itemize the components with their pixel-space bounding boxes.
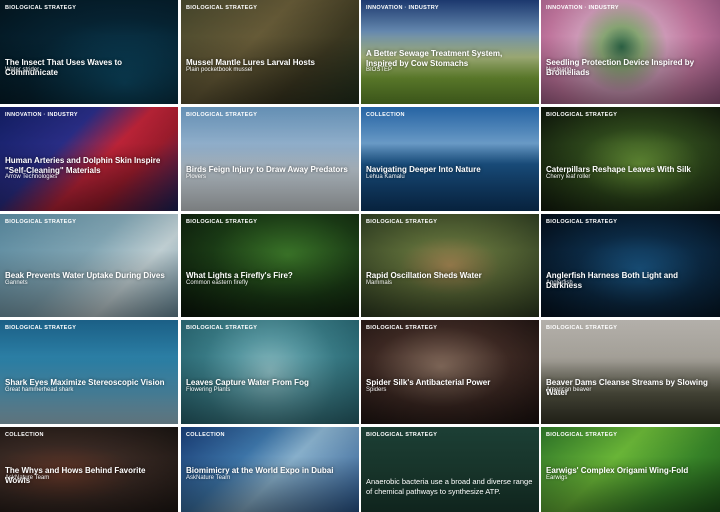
card-overlay: [361, 427, 539, 512]
card-category: Biological Strategy: [186, 5, 258, 11]
card-overlay: [541, 320, 720, 424]
card-subtitle: Water strider: [5, 67, 40, 73]
article-card[interactable]: Biological Strategy Caterpillars Reshape …: [541, 107, 720, 211]
card-overlay: [361, 107, 539, 211]
card-category: Biological Strategy: [366, 325, 438, 331]
card-subtitle: Plain pocketbook mussel: [186, 67, 253, 73]
card-category: Biological Strategy: [5, 325, 77, 331]
article-card[interactable]: Biological Strategy Anaerobic bacteria us…: [361, 427, 539, 512]
card-overlay: [0, 320, 178, 424]
article-card[interactable]: Biological Strategy Mussel Mantle Lures L…: [181, 0, 359, 104]
card-title[interactable]: A Better Sewage Treatment System, Inspir…: [366, 49, 533, 68]
article-card[interactable]: Biological Strategy Anglerfish Harness Bo…: [541, 214, 720, 317]
card-subtitle: Lehua Kamalu: [366, 174, 405, 180]
card-category: Biological Strategy: [186, 325, 258, 331]
card-category: Biological Strategy: [366, 219, 438, 225]
card-overlay: [541, 107, 720, 211]
article-card[interactable]: Biological Strategy Spider Silk's Antibac…: [361, 320, 539, 424]
article-card[interactable]: Biological Strategy The Insect That Uses …: [0, 0, 178, 104]
card-category: Biological Strategy: [546, 432, 618, 438]
card-subtitle: Earwigs: [546, 475, 568, 481]
card-category: Biological Strategy: [546, 219, 618, 225]
card-category: Innovation · Industry: [5, 112, 78, 118]
card-category: Biological Strategy: [546, 112, 618, 118]
card-overlay: [0, 214, 178, 317]
article-card[interactable]: Collection The Whys and Hows Behind Favor…: [0, 427, 178, 512]
article-card[interactable]: Innovation · Industry Human Arteries and …: [0, 107, 178, 211]
article-card[interactable]: Innovation · Industry A Better Sewage Tre…: [361, 0, 539, 104]
card-overlay: [541, 214, 720, 317]
card-category: Biological Strategy: [366, 432, 438, 438]
article-card[interactable]: Biological Strategy What Lights a Firefly…: [181, 214, 359, 317]
card-subtitle: BIOSTEP: [366, 67, 393, 73]
card-subtitle: Anglerfish: [546, 280, 573, 286]
card-subtitle: American beaver: [546, 387, 592, 393]
card-overlay: [181, 320, 359, 424]
card-subtitle: Nucleario: [546, 67, 572, 73]
card-title[interactable]: Anaerobic bacteria use a broad and diver…: [366, 477, 533, 497]
card-title[interactable]: Earwigs' Complex Origami Wing-Fold: [546, 466, 714, 476]
card-category: Collection: [5, 432, 44, 438]
article-card[interactable]: Biological Strategy Shark Eyes Maximize S…: [0, 320, 178, 424]
card-title[interactable]: Beak Prevents Water Uptake During Dives: [5, 271, 172, 281]
card-category: Biological Strategy: [186, 219, 258, 225]
article-card[interactable]: Collection Biomimicry at the World Expo i…: [181, 427, 359, 512]
article-card[interactable]: Biological Strategy Birds Feign Injury to…: [181, 107, 359, 211]
article-card[interactable]: Biological Strategy Earwigs' Complex Orig…: [541, 427, 720, 512]
card-overlay: [361, 320, 539, 424]
card-overlay: [0, 0, 178, 104]
article-card[interactable]: Innovation · Industry Seedling Protection…: [541, 0, 720, 104]
card-title[interactable]: Spider Silk's Antibacterial Power: [366, 378, 533, 388]
article-card[interactable]: Biological Strategy Leaves Capture Water …: [181, 320, 359, 424]
card-subtitle: Mammals: [366, 280, 393, 286]
card-subtitle: Flowering Plants: [186, 387, 231, 393]
card-subtitle: AskNature Team: [5, 475, 50, 481]
card-overlay: [181, 214, 359, 317]
article-card[interactable]: Biological Strategy Beaver Dams Cleanse S…: [541, 320, 720, 424]
article-card[interactable]: Collection Navigating Deeper Into Nature L…: [361, 107, 539, 211]
card-subtitle: Common eastern firefly: [186, 280, 249, 286]
card-subtitle: Spiders: [366, 387, 387, 393]
card-category: Biological Strategy: [5, 5, 77, 11]
card-overlay: [181, 0, 359, 104]
card-overlay: [361, 214, 539, 317]
card-category: Biological Strategy: [546, 325, 618, 331]
card-subtitle: Cherry leaf roller: [546, 174, 591, 180]
card-overlay: [541, 0, 720, 104]
card-subtitle: AskNature Team: [186, 475, 231, 481]
card-category: Innovation · Industry: [546, 5, 619, 11]
article-card[interactable]: Biological Strategy Beak Prevents Water U…: [0, 214, 178, 317]
card-subtitle: Plovers: [186, 174, 207, 180]
card-subtitle: Gannets: [5, 280, 28, 286]
card-category: Biological Strategy: [186, 112, 258, 118]
card-category: Collection: [366, 112, 405, 118]
card-overlay: [181, 107, 359, 211]
card-subtitle: Arrow Technologies: [5, 174, 58, 180]
card-category: Collection: [186, 432, 225, 438]
card-subtitle: Great hammerhead shark: [5, 387, 74, 393]
card-title[interactable]: Birds Feign Injury to Draw Away Predator…: [186, 165, 353, 175]
card-category: Innovation · Industry: [366, 5, 439, 11]
content-grid: Biological Strategy The Insect That Uses …: [0, 0, 720, 512]
article-card[interactable]: Biological Strategy Rapid Oscillation She…: [361, 214, 539, 317]
card-category: Biological Strategy: [5, 219, 77, 225]
card-title[interactable]: Human Arteries and Dolphin Skin Inspire …: [5, 156, 172, 175]
